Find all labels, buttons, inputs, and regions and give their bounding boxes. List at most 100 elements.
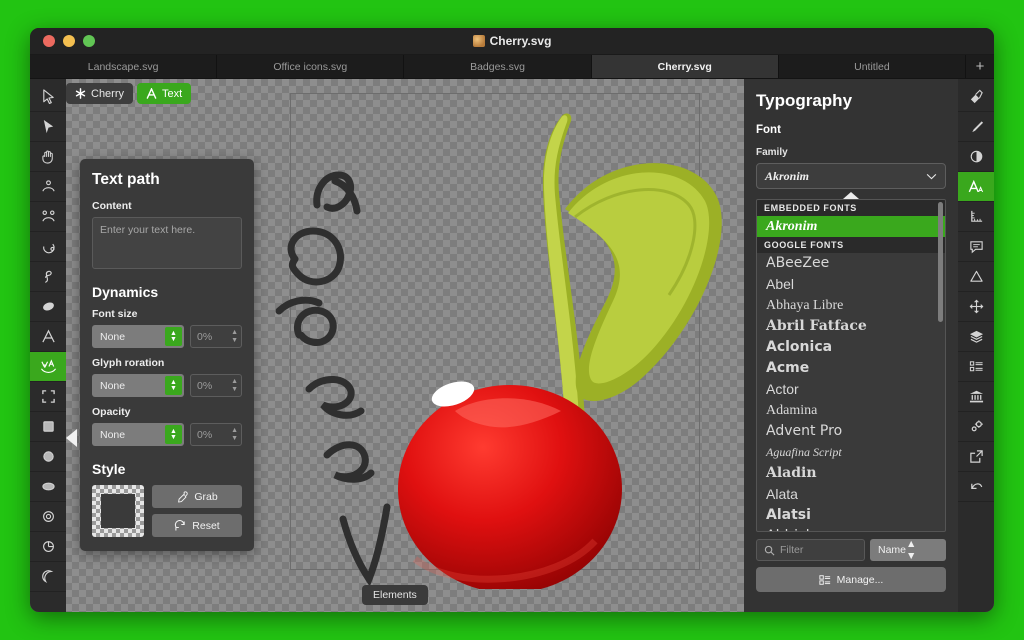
- font-item-acme[interactable]: Acme: [757, 358, 945, 379]
- tool-text-on-path[interactable]: [30, 352, 66, 382]
- font-list[interactable]: EMBEDDED FONTS Akronim GOOGLE FONTS ABee…: [756, 199, 946, 532]
- tool-library[interactable]: [958, 382, 994, 412]
- tab-cherry[interactable]: Cherry.svg: [592, 55, 779, 78]
- manage-fonts-button[interactable]: Manage...: [756, 567, 946, 592]
- font-item-actor[interactable]: Actor: [757, 379, 945, 400]
- tool-pen-curve[interactable]: [30, 262, 66, 292]
- node-edit-icon: [41, 179, 56, 194]
- glyph-rotation-select[interactable]: None ▲▼: [92, 374, 184, 397]
- breadcrumb[interactable]: Cherry Text: [66, 83, 191, 104]
- style-swatch[interactable]: [92, 485, 144, 537]
- brush-icon: [969, 119, 984, 134]
- glyph-rotation-select-value: None: [100, 380, 125, 392]
- glyph-rotation-amount[interactable]: 0% ▲▼: [190, 374, 242, 397]
- tool-ruler[interactable]: [958, 202, 994, 232]
- font-size-select[interactable]: None ▲▼: [92, 325, 184, 348]
- font-item-aclonica[interactable]: Aclonica: [757, 337, 945, 358]
- status-chip-elements[interactable]: Elements: [362, 585, 428, 605]
- minimize-button[interactable]: [63, 35, 75, 47]
- grab-label: Grab: [194, 491, 217, 503]
- tool-typography[interactable]: [958, 172, 994, 202]
- font-item-abril-fatface[interactable]: Abril Fatface: [757, 316, 945, 337]
- font-size-amount[interactable]: 0% ▲▼: [190, 325, 242, 348]
- tool-ellipse[interactable]: [30, 472, 66, 502]
- font-item-aladin[interactable]: Aladin: [757, 463, 945, 484]
- chevron-updown-icon[interactable]: ▲▼: [165, 327, 182, 346]
- tool-crescent[interactable]: [30, 562, 66, 592]
- font-item-advent-pro[interactable]: Advent Pro: [757, 421, 945, 442]
- typography-title: Typography: [756, 91, 946, 111]
- font-item-aguafina-script[interactable]: Aguafina Script: [757, 442, 945, 463]
- opacity-select[interactable]: None ▲▼: [92, 423, 184, 446]
- font-item-alatsi[interactable]: Alatsi: [757, 505, 945, 526]
- filter-input[interactable]: Filter: [756, 539, 865, 561]
- chevron-updown-icon[interactable]: ▲▼: [165, 425, 182, 444]
- tool-fill-bucket[interactable]: [958, 82, 994, 112]
- tab-landscape[interactable]: Landscape.svg: [30, 55, 217, 78]
- tool-rectangle[interactable]: [30, 412, 66, 442]
- tool-list[interactable]: [958, 352, 994, 382]
- filter-placeholder: Filter: [780, 544, 803, 556]
- font-item-abeezee[interactable]: ABeeZee: [757, 253, 945, 274]
- tool-effects[interactable]: [958, 412, 994, 442]
- family-label: Family: [756, 147, 946, 158]
- tool-node-arrow[interactable]: [30, 112, 66, 142]
- font-item-abhaya-libre[interactable]: Abhaya Libre: [757, 295, 945, 316]
- tab-badges[interactable]: Badges.svg: [404, 55, 591, 78]
- font-family-value: Akronim: [765, 169, 809, 184]
- font-item-alata[interactable]: Alata: [757, 484, 945, 505]
- font-family-select[interactable]: Akronim: [756, 163, 946, 189]
- tool-frame-crop[interactable]: [30, 382, 66, 412]
- list-icon: [969, 359, 984, 374]
- opacity-amount[interactable]: 0% ▲▼: [190, 423, 242, 446]
- breadcrumb-item-cherry[interactable]: Cherry: [66, 83, 133, 104]
- tool-node-multi[interactable]: [30, 202, 66, 232]
- stepper-arrows-icon[interactable]: ▲▼: [231, 326, 238, 347]
- tool-rotate[interactable]: [30, 232, 66, 262]
- tool-donut[interactable]: [30, 502, 66, 532]
- content-label: Content: [92, 200, 242, 212]
- reset-button[interactable]: Reset: [152, 514, 242, 537]
- chevron-updown-icon[interactable]: ▲▼: [165, 376, 182, 395]
- grab-button[interactable]: Grab: [152, 485, 242, 508]
- tool-triangle-shape[interactable]: [958, 262, 994, 292]
- sort-select[interactable]: Name ▲▼: [870, 539, 946, 561]
- tool-comment[interactable]: [958, 232, 994, 262]
- node-multi-icon: [41, 209, 56, 224]
- tool-move[interactable]: [958, 292, 994, 322]
- font-list-scrollbar[interactable]: [938, 202, 943, 322]
- tool-pie[interactable]: [30, 532, 66, 562]
- tab-bar[interactable]: Landscape.svg Office icons.svg Badges.sv…: [30, 55, 994, 79]
- font-item-akronim[interactable]: Akronim: [757, 216, 945, 237]
- chevron-updown-icon[interactable]: ▲▼: [906, 538, 916, 562]
- manage-label: Manage...: [837, 574, 884, 586]
- chevron-down-icon: [926, 173, 937, 180]
- tool-brush[interactable]: [958, 112, 994, 142]
- close-button[interactable]: [43, 35, 55, 47]
- tab-untitled[interactable]: Untitled: [779, 55, 966, 78]
- font-item-adamina[interactable]: Adamina: [757, 400, 945, 421]
- maximize-button[interactable]: [83, 35, 95, 47]
- tool-text[interactable]: [30, 322, 66, 352]
- tool-export[interactable]: [958, 442, 994, 472]
- tool-node-edit[interactable]: [30, 172, 66, 202]
- tool-hand-pan[interactable]: [30, 142, 66, 172]
- tool-select-arrow[interactable]: [30, 82, 66, 112]
- right-toolbar[interactable]: [958, 79, 994, 612]
- font-item-abel[interactable]: Abel: [757, 274, 945, 295]
- tool-layers[interactable]: [958, 322, 994, 352]
- content-textarea[interactable]: Enter your text here.: [92, 217, 242, 269]
- tab-office-icons[interactable]: Office icons.svg: [217, 55, 404, 78]
- tool-circle[interactable]: [30, 442, 66, 472]
- breadcrumb-item-text[interactable]: Text: [137, 83, 191, 104]
- stepper-arrows-icon[interactable]: ▲▼: [231, 424, 238, 445]
- left-toolbar[interactable]: [30, 79, 66, 612]
- tool-contrast[interactable]: [958, 142, 994, 172]
- traffic-lights[interactable]: [30, 35, 95, 47]
- tool-blob-shape[interactable]: [30, 292, 66, 322]
- tool-undo[interactable]: [958, 472, 994, 502]
- new-tab-button[interactable]: +: [966, 55, 994, 78]
- stepper-arrows-icon[interactable]: ▲▼: [231, 375, 238, 396]
- font-item-aldrich[interactable]: Aldrich: [757, 526, 945, 532]
- text-tool-icon: [41, 329, 56, 344]
